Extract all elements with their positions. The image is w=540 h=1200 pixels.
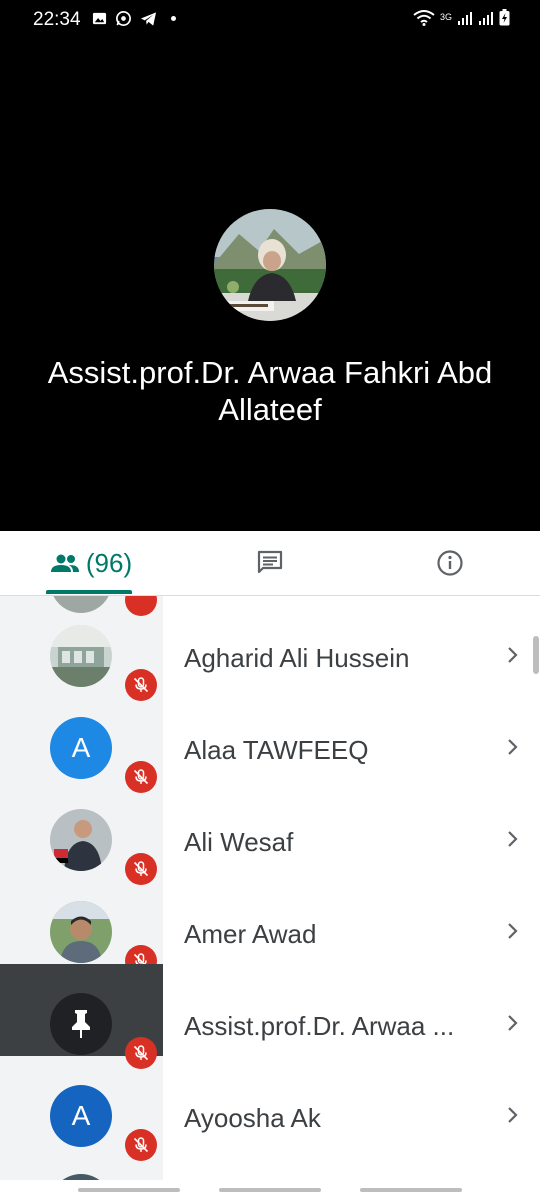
participant-name: Ayoosha Ak [184, 1103, 321, 1133]
whatsapp-icon [116, 11, 131, 26]
scrollbar[interactable] [533, 636, 539, 674]
participant-row[interactable]: A Ayoosha Ak [0, 1056, 540, 1161]
status-time: 22:34 [33, 9, 81, 30]
nav-home-button[interactable] [219, 1188, 321, 1192]
navigation-bar [0, 1180, 540, 1200]
speaker-name: Assist.prof.Dr. Arwaa Fahkri Abd Allatee… [47, 355, 493, 427]
participant-list[interactable]: Agharid Ali Hussein A Alaa TAWFEEQ Ali W… [0, 596, 540, 1180]
info-icon [437, 550, 463, 576]
chevron-right-icon [508, 739, 518, 755]
mic-off-icon [125, 1129, 157, 1161]
active-tab-indicator [46, 590, 132, 594]
participant-avatar: A [50, 1085, 112, 1147]
status-bar: 22:34 3G [0, 0, 540, 38]
tab-people[interactable]: (96) [46, 531, 136, 595]
people-icon [50, 554, 79, 572]
battery-icon [499, 9, 510, 26]
participant-name: Alaa TAWFEEQ [184, 735, 369, 765]
chevron-right-icon [508, 923, 518, 939]
participant-avatar: A [50, 717, 112, 779]
participant-name: Agharid Ali Hussein [184, 643, 410, 673]
participant-avatar [50, 993, 112, 1055]
participant-name: Assist.prof.Dr. Arwaa ... [184, 1011, 455, 1041]
nav-recents-button[interactable] [78, 1188, 180, 1192]
gallery-icon [92, 12, 107, 25]
participant-avatar [50, 809, 112, 871]
pin-icon [72, 1010, 90, 1038]
participant-row[interactable]: Amer Awad [0, 872, 540, 977]
chevron-right-icon [508, 1107, 518, 1123]
tab-info[interactable] [425, 531, 475, 595]
wifi-icon [413, 9, 435, 26]
network-type: 3G [439, 12, 452, 22]
participant-row[interactable]: Agharid Ali Hussein [0, 596, 540, 701]
participant-name: Ali Wesaf [184, 827, 294, 857]
tab-chat[interactable] [245, 531, 295, 595]
participant-avatar [50, 901, 112, 963]
participant-row[interactable]: Ali Wesaf [0, 780, 540, 885]
notification-dot-icon [171, 16, 176, 21]
avatar-letter: A [71, 732, 91, 763]
chat-icon [257, 550, 283, 574]
speaker-avatar [214, 209, 326, 321]
avatar-letter: A [71, 1100, 91, 1131]
nav-back-button[interactable] [360, 1188, 462, 1192]
chevron-right-icon [508, 1015, 518, 1031]
tab-bar: (96) [0, 531, 540, 596]
signal-icon-1 [458, 11, 472, 25]
people-count: (96) [85, 547, 133, 578]
participant-name: Amer Awad [184, 919, 317, 949]
participant-row-active[interactable]: Assist.prof.Dr. Arwaa ... [0, 964, 540, 1069]
telegram-icon [140, 11, 157, 26]
participant-row[interactable]: A Alaa TAWFEEQ [0, 688, 540, 793]
chevron-right-icon [508, 647, 518, 663]
signal-icon-2 [479, 11, 493, 25]
chevron-right-icon [508, 831, 518, 847]
main-video-area[interactable]: Assist.prof.Dr. Arwaa Fahkri Abd Allatee… [0, 38, 540, 531]
participant-avatar [50, 625, 112, 687]
